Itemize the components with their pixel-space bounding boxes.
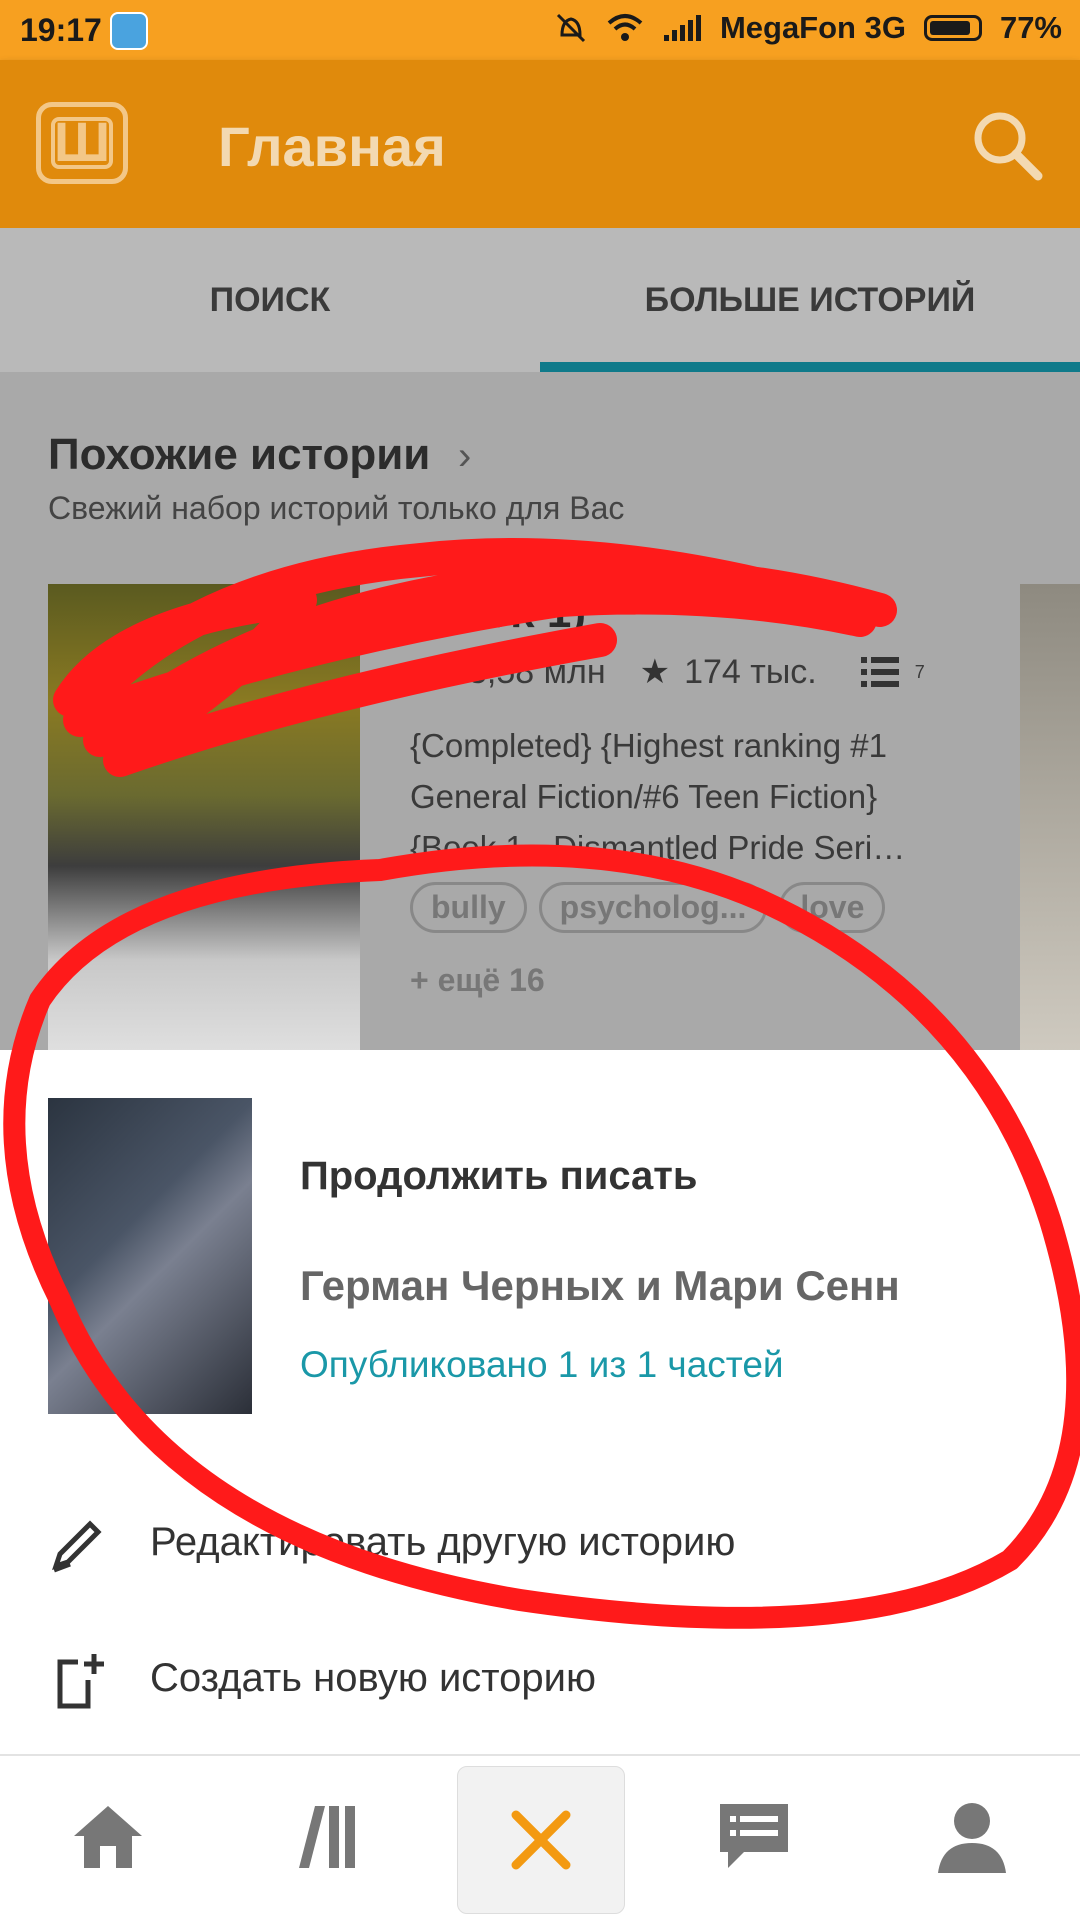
tag-chip[interactable]: bully (410, 882, 527, 933)
views-count: 3,58 млн (468, 652, 606, 691)
create-new-story-label: Создать новую историю (150, 1656, 596, 1700)
tag-list: bully psycholog... love (410, 882, 886, 933)
bottom-navigation (0, 1754, 1080, 1922)
battery-percent: 77% (999, 10, 1062, 45)
eye-icon (410, 658, 454, 686)
more-tags-link[interactable]: + ещё 16 (410, 962, 545, 999)
status-bar: 19:17 MegaFon 3G 77% (0, 0, 1080, 60)
nav-close[interactable] (457, 1766, 625, 1914)
tag-chip[interactable]: love (779, 882, 886, 933)
search-icon[interactable] (968, 106, 1044, 182)
library-icon (299, 1806, 355, 1868)
my-story-title[interactable]: Герман Черных и Мари Сенн (300, 1262, 900, 1310)
section-title[interactable]: Похожие истории (48, 430, 430, 480)
writing-bottom-sheet: Продолжить писать Герман Черных и Мари С… (0, 1050, 1080, 1754)
messages-icon (720, 1804, 788, 1868)
next-story-cover[interactable] (1020, 584, 1080, 1050)
battery-icon (923, 15, 982, 41)
chevron-right-icon[interactable]: › (458, 434, 471, 479)
app-bar: Ш Главная (0, 60, 1080, 228)
signal-icon (663, 15, 701, 41)
edit-other-story-label: Редактировать другую историю (150, 1520, 736, 1564)
tab-bar: ПОИСК БОЛЬШЕ ИСТОРИЙ (0, 228, 1080, 372)
app-logo[interactable]: Ш (36, 102, 128, 184)
pencil-icon (52, 1520, 102, 1573)
new-document-icon (57, 1654, 104, 1709)
carrier-label: MegaFon 3G (719, 10, 906, 45)
story-card-title[interactable]: (Book 1) (410, 588, 586, 638)
status-right: MegaFon 3G 77% (554, 10, 1062, 46)
create-new-story-button[interactable]: Создать новую историю (0, 1620, 1080, 1740)
nav-home[interactable] (48, 1782, 168, 1892)
parts-count: 7 (914, 661, 925, 682)
parts-list-icon (860, 657, 899, 687)
published-status: Опубликовано 1 из 1 частей (300, 1344, 784, 1385)
section-subtitle: Свежий набор историй только для Вас (48, 490, 625, 526)
tab-more-stories[interactable]: БОЛЬШЕ ИСТОРИЙ (540, 228, 1080, 372)
edit-other-story-button[interactable]: Редактировать другую историю (0, 1484, 1080, 1604)
tab-search[interactable]: ПОИСК (0, 228, 540, 372)
close-icon (511, 1810, 571, 1870)
page-title: Главная (218, 115, 446, 178)
nav-profile[interactable] (912, 1782, 1032, 1892)
story-cover-image[interactable] (48, 584, 360, 1050)
profile-icon (938, 1803, 1006, 1873)
mute-alarm-icon (556, 13, 585, 43)
star-icon: ★ (639, 653, 671, 691)
home-icon (74, 1806, 142, 1868)
tag-chip[interactable]: psycholog... (538, 882, 768, 933)
battery-fill (929, 21, 970, 35)
votes-count: 174 тыс. (684, 652, 817, 691)
nav-messages[interactable] (694, 1782, 814, 1892)
notification-icon (110, 12, 148, 50)
status-time: 19:17 (20, 12, 102, 48)
wifi-icon (607, 14, 643, 41)
continue-writing-button[interactable]: Продолжить писать (300, 1154, 697, 1199)
my-story-cover[interactable] (48, 1098, 252, 1414)
logo-letter: Ш (53, 110, 111, 173)
recommendations-section: Похожие истории › Свежий набор историй т… (0, 372, 1080, 1050)
nav-library[interactable] (266, 1782, 386, 1892)
story-stats: 3,58 млн ★ 174 тыс. 7 (410, 652, 925, 692)
story-description: {Completed} {Highest ranking #1 General … (410, 727, 906, 866)
